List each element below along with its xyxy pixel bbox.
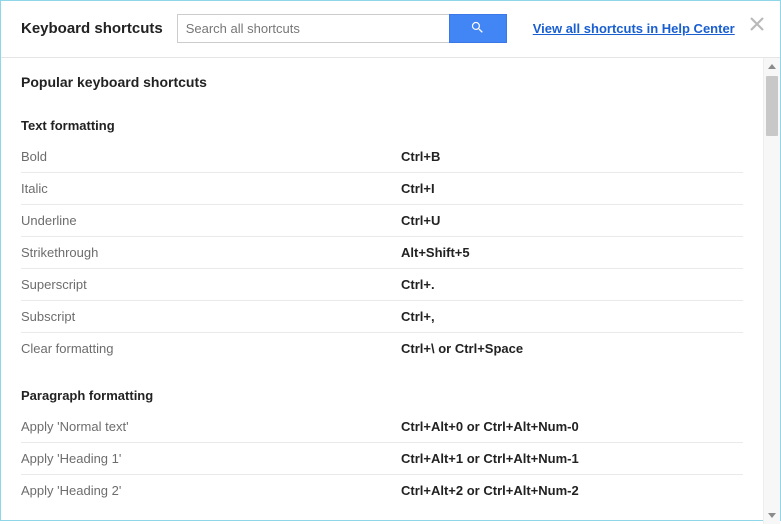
shortcut-keys: Ctrl+B: [401, 149, 743, 164]
shortcut-row: Strikethrough Alt+Shift+5: [21, 237, 743, 269]
shortcut-keys: Ctrl+I: [401, 181, 743, 196]
shortcut-keys: Ctrl+,: [401, 309, 743, 324]
close-icon: [748, 20, 766, 37]
shortcut-label: Underline: [21, 213, 401, 228]
search-button[interactable]: [449, 14, 507, 43]
popular-title: Popular keyboard shortcuts: [21, 74, 743, 90]
section-gap: [21, 364, 743, 382]
keyboard-shortcuts-dialog: Keyboard shortcuts View all shortcuts in…: [0, 0, 781, 521]
help-center-link[interactable]: View all shortcuts in Help Center: [533, 21, 735, 36]
shortcut-keys: Ctrl+Alt+1 or Ctrl+Alt+Num-1: [401, 451, 743, 466]
shortcut-row: Apply 'Heading 1' Ctrl+Alt+1 or Ctrl+Alt…: [21, 443, 743, 475]
search-icon: [470, 20, 485, 38]
scroll-thumb[interactable]: [766, 76, 778, 136]
shortcut-label: Clear formatting: [21, 341, 401, 356]
scroll-up-button[interactable]: [764, 58, 780, 75]
shortcut-row: Apply 'Heading 2' Ctrl+Alt+2 or Ctrl+Alt…: [21, 475, 743, 506]
dialog-title: Keyboard shortcuts: [21, 20, 163, 37]
chevron-down-icon: [768, 513, 776, 518]
shortcut-keys: Ctrl+U: [401, 213, 743, 228]
section-paragraph-formatting: Paragraph formatting Apply 'Normal text'…: [21, 382, 743, 506]
chevron-up-icon: [768, 64, 776, 69]
content-outer: Popular keyboard shortcuts Text formatti…: [1, 58, 780, 524]
scroll-down-button[interactable]: [764, 507, 780, 524]
shortcut-label: Italic: [21, 181, 401, 196]
shortcut-row: Underline Ctrl+U: [21, 205, 743, 237]
shortcut-label: Apply 'Heading 1': [21, 451, 401, 466]
shortcut-row: Subscript Ctrl+,: [21, 301, 743, 333]
section-title: Text formatting: [21, 112, 743, 141]
search-input[interactable]: [177, 14, 449, 43]
dialog-header: Keyboard shortcuts View all shortcuts in…: [1, 1, 780, 58]
shortcut-label: Apply 'Heading 2': [21, 483, 401, 498]
close-button[interactable]: [748, 15, 766, 33]
shortcut-row: Apply 'Normal text' Ctrl+Alt+0 or Ctrl+A…: [21, 411, 743, 443]
section-text-formatting: Text formatting Bold Ctrl+B Italic Ctrl+…: [21, 112, 743, 364]
shortcut-label: Superscript: [21, 277, 401, 292]
shortcut-label: Bold: [21, 149, 401, 164]
shortcut-keys: Alt+Shift+5: [401, 245, 743, 260]
shortcut-keys: Ctrl+Alt+2 or Ctrl+Alt+Num-2: [401, 483, 743, 498]
shortcut-keys: Ctrl+.: [401, 277, 743, 292]
shortcut-row: Bold Ctrl+B: [21, 141, 743, 173]
shortcut-row: Clear formatting Ctrl+\ or Ctrl+Space: [21, 333, 743, 364]
shortcut-label: Subscript: [21, 309, 401, 324]
shortcut-keys: Ctrl+\ or Ctrl+Space: [401, 341, 743, 356]
shortcuts-content: Popular keyboard shortcuts Text formatti…: [1, 58, 763, 524]
shortcut-keys: Ctrl+Alt+0 or Ctrl+Alt+Num-0: [401, 419, 743, 434]
search-wrap: [177, 14, 507, 43]
section-title: Paragraph formatting: [21, 382, 743, 411]
shortcut-label: Apply 'Normal text': [21, 419, 401, 434]
scrollbar[interactable]: [763, 58, 780, 524]
shortcut-row: Superscript Ctrl+.: [21, 269, 743, 301]
shortcut-row: Italic Ctrl+I: [21, 173, 743, 205]
shortcut-label: Strikethrough: [21, 245, 401, 260]
